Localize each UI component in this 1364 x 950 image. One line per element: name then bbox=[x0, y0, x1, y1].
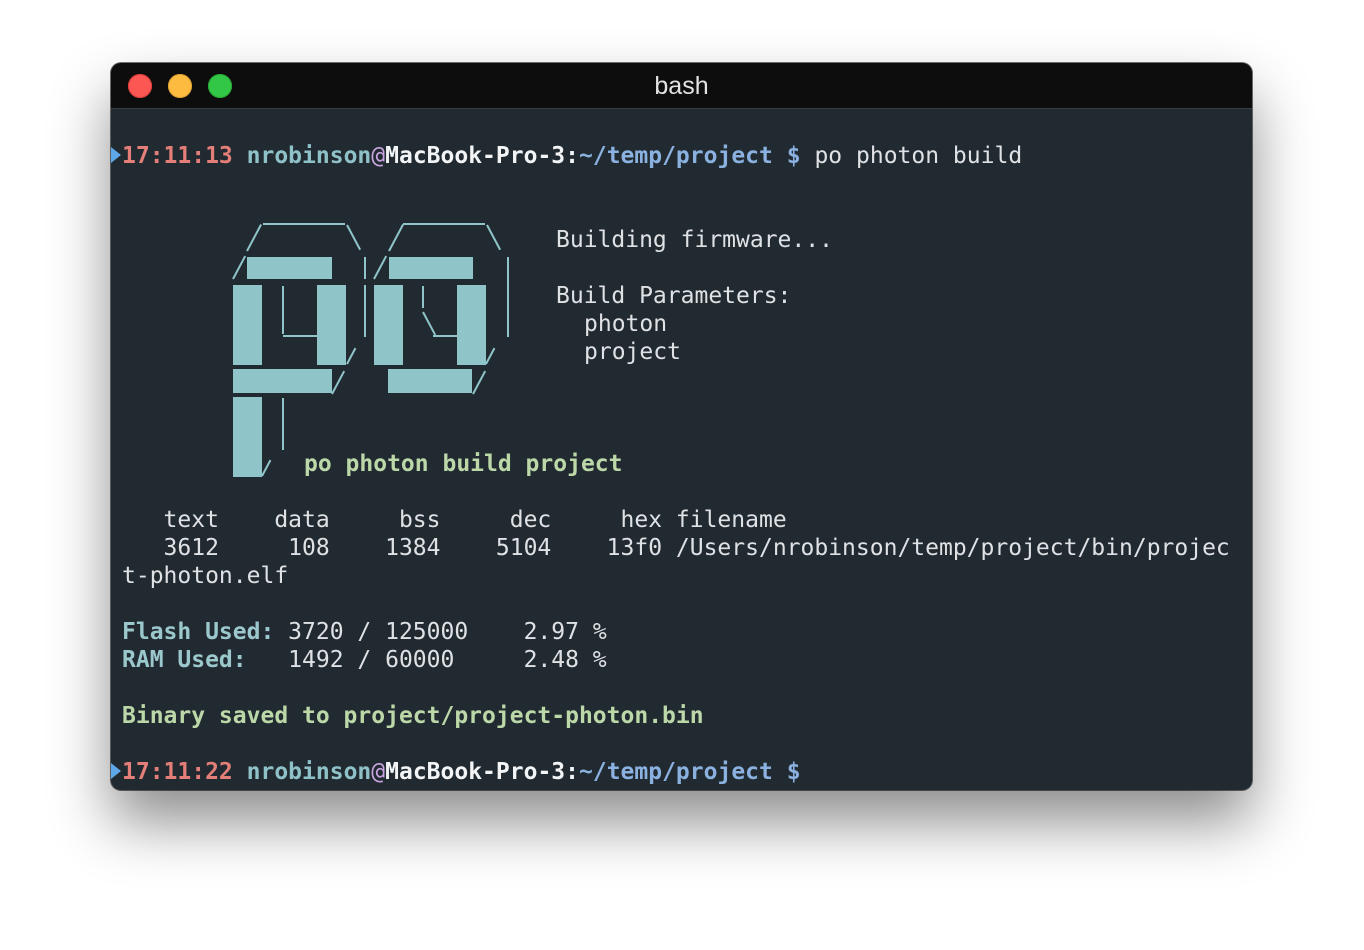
size-table-row: 3612 108 1384 5104 13f0 /Users/nrobinson… bbox=[122, 535, 1230, 561]
prompt-line-2[interactable]: 17:11:22 nrobinson@MacBook-Pro-3:~/temp/… bbox=[122, 758, 801, 786]
prompt-line-1: 17:11:13 nrobinson@MacBook-Pro-3:~/temp/… bbox=[122, 142, 1022, 170]
prompt-user-2: nrobinson bbox=[246, 759, 372, 785]
logo-o-left-diag-2 bbox=[373, 255, 388, 280]
prompt-command: po photon build bbox=[814, 143, 1023, 169]
build-param-platform: photon bbox=[584, 311, 668, 337]
prompt-time-2: 17:11:22 bbox=[122, 759, 233, 785]
ram-used-label: RAM Used: bbox=[122, 647, 247, 673]
logo-p-bar-right bbox=[364, 257, 366, 279]
logo-o-bar-left bbox=[364, 285, 366, 337]
build-params-label: Build Parameters: bbox=[556, 283, 792, 309]
flash-used-value: 3720 / 125000 2.97 % bbox=[274, 619, 607, 645]
build-param-project: project bbox=[584, 339, 681, 365]
logo-o-bottom-bar bbox=[388, 369, 472, 393]
logo-p-top bbox=[263, 223, 345, 225]
prompt-host-2: MacBook-Pro-3 bbox=[385, 759, 566, 785]
logo-p-bottom-bar bbox=[233, 369, 332, 393]
flash-used-line: Flash Used: 3720 / 125000 2.97 % bbox=[122, 618, 607, 646]
build-banner: po photon build project bbox=[304, 451, 623, 477]
logo-p-bowl-diag bbox=[346, 347, 357, 365]
logo-o-left-diag bbox=[388, 224, 404, 252]
terminal-output[interactable]: 17:11:13 nrobinson@MacBook-Pro-3:~/temp/… bbox=[111, 63, 1252, 790]
logo-o-inner-bottom bbox=[433, 335, 457, 337]
prompt-time: 17:11:13 bbox=[122, 143, 233, 169]
terminal-window[interactable]: bash 17:11:13 nrobinson@MacBook-Pro-3:~/… bbox=[111, 63, 1252, 790]
logo-p-descender bbox=[233, 397, 262, 477]
ram-used-value: 1492 / 60000 2.48 % bbox=[246, 647, 607, 673]
logo-o-right-diag bbox=[486, 224, 502, 251]
prompt-symbol-2: $ bbox=[786, 759, 801, 785]
prompt-arrow-icon-2 bbox=[111, 763, 121, 779]
prompt-symbol: $ bbox=[786, 143, 801, 169]
prompt-at-2: @ bbox=[371, 759, 386, 785]
size-table-row-wrap: t-photon.elf bbox=[122, 563, 289, 589]
prompt-user: nrobinson bbox=[246, 143, 372, 169]
building-firmware-text: Building firmware... bbox=[556, 227, 833, 253]
prompt-arrow-icon bbox=[111, 147, 121, 163]
logo-o-inner-left bbox=[422, 286, 424, 308]
prompt-colon-2: : bbox=[565, 759, 579, 785]
logo-o-bottom-diag bbox=[472, 370, 487, 395]
logo-o-outer-right bbox=[507, 257, 509, 337]
logo-p-left-diag-2 bbox=[232, 255, 247, 280]
logo-p-left-diag bbox=[246, 224, 262, 252]
logo-p-desc-right bbox=[282, 398, 284, 450]
logo-o-left bbox=[374, 285, 403, 365]
logo-p-right-diag bbox=[346, 224, 362, 251]
prompt-path-2: ~/temp/project bbox=[579, 759, 773, 785]
logo-p-stem bbox=[233, 285, 262, 365]
logo-o-right bbox=[457, 285, 486, 365]
prompt-host: MacBook-Pro-3 bbox=[385, 143, 566, 169]
size-table-header: text data bss dec hex filename bbox=[122, 507, 787, 533]
binary-saved-message: Binary saved to project/project-photon.b… bbox=[122, 703, 704, 729]
ram-used-line: RAM Used: 1492 / 60000 2.48 % bbox=[122, 646, 607, 674]
flash-used-label: Flash Used: bbox=[122, 619, 275, 645]
logo-o-right-diag-2 bbox=[485, 347, 496, 365]
logo-p-inner-bottom bbox=[283, 335, 317, 337]
logo-o-inner-diag bbox=[422, 311, 437, 336]
logo-o-top-bar bbox=[389, 257, 473, 279]
logo-p-bowl-right bbox=[317, 285, 346, 365]
logo-p-top-bar bbox=[247, 257, 332, 279]
prompt-path: ~/temp/project bbox=[579, 143, 773, 169]
prompt-at: @ bbox=[371, 143, 386, 169]
logo-p-desc-diag bbox=[261, 459, 272, 477]
logo-p-inner-left bbox=[282, 286, 284, 334]
logo-o-top bbox=[403, 223, 485, 225]
prompt-colon: : bbox=[565, 143, 579, 169]
logo-p-bottom-diag bbox=[331, 370, 346, 395]
